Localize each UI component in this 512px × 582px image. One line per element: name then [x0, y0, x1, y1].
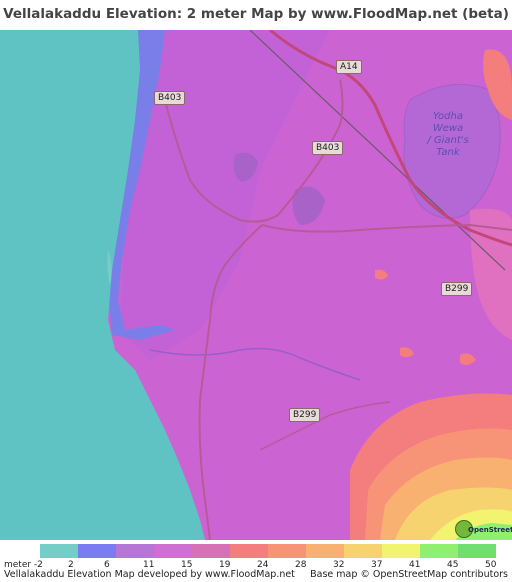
road-label-b299-south: B299: [289, 408, 321, 422]
map-canvas: [0, 30, 512, 540]
legend-swatch: [40, 544, 78, 558]
legend-swatch: [382, 544, 420, 558]
legend-swatch: [116, 544, 154, 558]
legend-swatch: [78, 544, 116, 558]
lake-label-line: Tank: [436, 147, 460, 158]
lake-label-line: Wewa: [432, 123, 464, 134]
lake-label: Yodha Wewa / Giant's Tank: [413, 111, 483, 159]
road-label-b403-east: B403: [312, 141, 344, 155]
legend-swatch: [306, 544, 344, 558]
road-label-b403: B403: [154, 91, 186, 105]
elevation-map[interactable]: A14 B403 B403 B299 B299 Yodha Wewa / Gia…: [0, 30, 512, 540]
legend-swatch: [458, 544, 496, 558]
legend-tick: 28: [295, 560, 307, 570]
elevation-legend: meter -2 2 6 11 15 19 24 28 32 37 41 45 …: [0, 543, 512, 570]
legend-swatch: [230, 544, 268, 558]
lake-label-line: / Giant's: [427, 135, 469, 146]
road-label-b299: B299: [441, 282, 473, 296]
legend-swatch: [192, 544, 230, 558]
legend-swatch: [268, 544, 306, 558]
legend-swatch: [154, 544, 192, 558]
footer-attribution: Base map © OpenStreetMap contributors: [310, 569, 508, 580]
map-title: Vellalakaddu Elevation: 2 meter Map by w…: [0, 0, 512, 30]
lake-label-line: Yodha: [433, 111, 463, 122]
legend-swatch: [420, 544, 458, 558]
road-label-a14: A14: [336, 60, 362, 74]
legend-swatch: [344, 544, 382, 558]
footer-credit: Vellalakaddu Elevation Map developed by …: [4, 569, 295, 580]
openstreetmap-logo-text: OpenStreetMap: [468, 526, 512, 534]
